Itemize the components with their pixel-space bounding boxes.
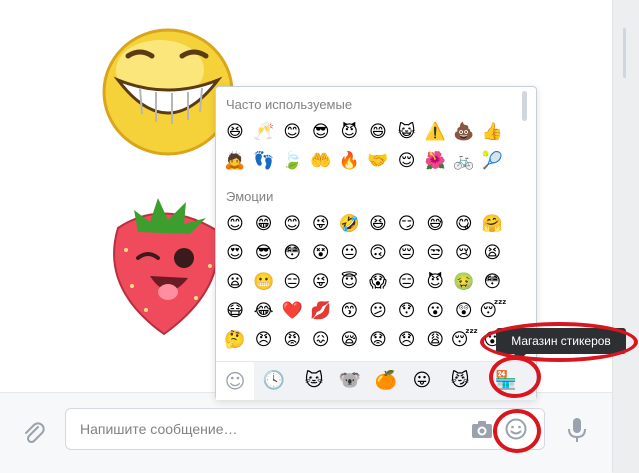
- emoji-cell[interactable]: 😒: [422, 240, 448, 266]
- scroll-track[interactable]: [619, 0, 639, 472]
- emoji-cell[interactable]: 😺: [394, 119, 420, 145]
- emoji-cell[interactable]: 😏: [394, 211, 420, 237]
- emoji-cell[interactable]: 😜: [308, 269, 334, 295]
- emoji-cell[interactable]: 🍃: [279, 148, 305, 174]
- emoji-cell[interactable]: 🤲: [308, 148, 334, 174]
- section-title-emotions: Эмоции: [226, 189, 274, 204]
- bat-cat-pack-icon[interactable]: 😼: [446, 367, 474, 395]
- paperclip-icon[interactable]: [20, 420, 48, 448]
- emoji-cell[interactable]: 😳: [479, 269, 505, 295]
- emoji-cell[interactable]: 😜: [308, 211, 334, 237]
- emoji-cell[interactable]: 💩: [451, 119, 477, 145]
- emoji-cell[interactable]: 😷: [222, 298, 248, 324]
- tooltip-arrow: [514, 354, 526, 360]
- emoji-cell[interactable]: 😆: [365, 211, 391, 237]
- emoji-cell[interactable]: 😙: [336, 298, 362, 324]
- emoji-cell[interactable]: 😇: [336, 269, 362, 295]
- emoji-cell[interactable]: 😐: [336, 240, 362, 266]
- emoji-cell[interactable]: 😯: [394, 298, 420, 324]
- camera-icon[interactable]: [470, 418, 494, 442]
- emoji-cell[interactable]: 😊: [279, 119, 305, 145]
- emoji-cell[interactable]: ⚠️: [422, 119, 448, 145]
- emoji-cell[interactable]: 🥂: [251, 119, 277, 145]
- emoji-cell[interactable]: 🚲: [451, 148, 477, 174]
- winking-strawberry-sticker[interactable]: [98, 188, 228, 338]
- emoji-cell[interactable]: 💋: [308, 298, 334, 324]
- emoji-cell[interactable]: 😎: [251, 240, 277, 266]
- scrollbar-thumb[interactable]: [623, 28, 626, 78]
- emoji-cell[interactable]: 😆: [222, 119, 248, 145]
- emoji-cell[interactable]: 😳: [279, 240, 305, 266]
- emoji-cell[interactable]: 🌺: [422, 148, 448, 174]
- emoji-cell[interactable]: 😂: [251, 298, 277, 324]
- emoji-cell[interactable]: 😑: [394, 269, 420, 295]
- sticker-store-tooltip: Магазин стикеров: [496, 328, 626, 354]
- emoji-cell[interactable]: 😎: [308, 119, 334, 145]
- orange-sticker-pack-icon[interactable]: 🍊: [372, 367, 400, 395]
- emoji-cell[interactable]: 😡: [279, 327, 305, 353]
- emoji-cell[interactable]: 🙃: [365, 240, 391, 266]
- emoji-cell[interactable]: 😟: [365, 327, 391, 353]
- emoji-cell[interactable]: 😲: [451, 298, 477, 324]
- microphone-icon[interactable]: [566, 416, 588, 444]
- emoji-cell[interactable]: 😴: [451, 327, 478, 353]
- emoji-cell[interactable]: 😫: [479, 240, 505, 266]
- emoji-cell[interactable]: 🔥: [336, 148, 362, 174]
- emoji-cell[interactable]: 😅: [422, 211, 448, 237]
- emoji-cell[interactable]: 😕: [365, 298, 391, 324]
- emoji-cell[interactable]: 😈: [422, 269, 448, 295]
- emoji-cell[interactable]: 😊: [279, 211, 305, 237]
- emoji-cell[interactable]: 😩: [422, 327, 448, 353]
- emoji-picker: Часто используемые 😆 🥂 😊 😎 😈 😄 😺 ⚠️ 💩 👍 🙇 👣 🍃 🤲 🔥 🤝 😌 🌺 🚲 🎾…: [215, 86, 537, 400]
- emoji-cell[interactable]: 👍: [479, 119, 505, 145]
- recent-clock-icon[interactable]: 🕓: [260, 367, 288, 395]
- emoji-cell[interactable]: 😊: [222, 211, 248, 237]
- sticker-store-icon[interactable]: 🏪: [492, 367, 520, 395]
- emoji-cell[interactable]: 😢: [451, 240, 477, 266]
- emoji-cell[interactable]: 🤔: [222, 327, 248, 353]
- emoji-cell[interactable]: 😁: [251, 211, 277, 237]
- cat-sticker-pack-icon[interactable]: 🐱: [300, 367, 328, 395]
- emoji-cell[interactable]: 🤣: [336, 211, 362, 237]
- emoji-cell[interactable]: 😋: [451, 211, 477, 237]
- picker-scrollbar[interactable]: [522, 91, 527, 121]
- emoji-cell[interactable]: 😱: [365, 269, 391, 295]
- smiley-tab-icon[interactable]: ☺: [221, 367, 249, 395]
- picker-tab-bar: ☺ 🕓 🐱 🐨 🍊 😛 😼 🏪: [216, 361, 536, 400]
- emoji-cell[interactable]: ❤️: [279, 298, 305, 324]
- emoji-cell[interactable]: 😪: [336, 327, 362, 353]
- emoji-cell[interactable]: 🎾: [479, 148, 505, 174]
- emoji-cell[interactable]: 😠: [251, 327, 277, 353]
- emoji-cell[interactable]: 🤝: [365, 148, 391, 174]
- koala-sticker-pack-icon[interactable]: 🐨: [336, 367, 364, 395]
- emoji-cell[interactable]: 😌: [394, 148, 420, 174]
- emoji-cell[interactable]: 😴: [479, 298, 506, 324]
- emoji-cell[interactable]: 😞: [394, 327, 420, 353]
- emoji-cell[interactable]: 😖: [308, 327, 334, 353]
- emoji-cell[interactable]: 😬: [251, 269, 277, 295]
- emoji-cell[interactable]: 😄: [365, 119, 391, 145]
- emoji-cell[interactable]: 😑: [279, 269, 305, 295]
- emoji-cell[interactable]: 🙇: [222, 148, 248, 174]
- emoji-cell[interactable]: 😔: [394, 240, 420, 266]
- emoji-cell[interactable]: 😍: [222, 240, 248, 266]
- emoji-cell[interactable]: 🤗: [479, 211, 505, 237]
- emoji-cell[interactable]: 🤢: [451, 269, 477, 295]
- smiley-icon[interactable]: [504, 417, 528, 441]
- tongue-face-pack-icon[interactable]: 😛: [408, 367, 436, 395]
- emoji-cell[interactable]: 👣: [251, 148, 277, 174]
- emoji-cell[interactable]: 😈: [336, 119, 362, 145]
- section-title-frequent: Часто используемые: [226, 97, 353, 112]
- emoji-cell[interactable]: 😵: [308, 240, 334, 266]
- emoji-cell[interactable]: 😮: [422, 298, 448, 324]
- emoji-cell[interactable]: 😦: [222, 269, 248, 295]
